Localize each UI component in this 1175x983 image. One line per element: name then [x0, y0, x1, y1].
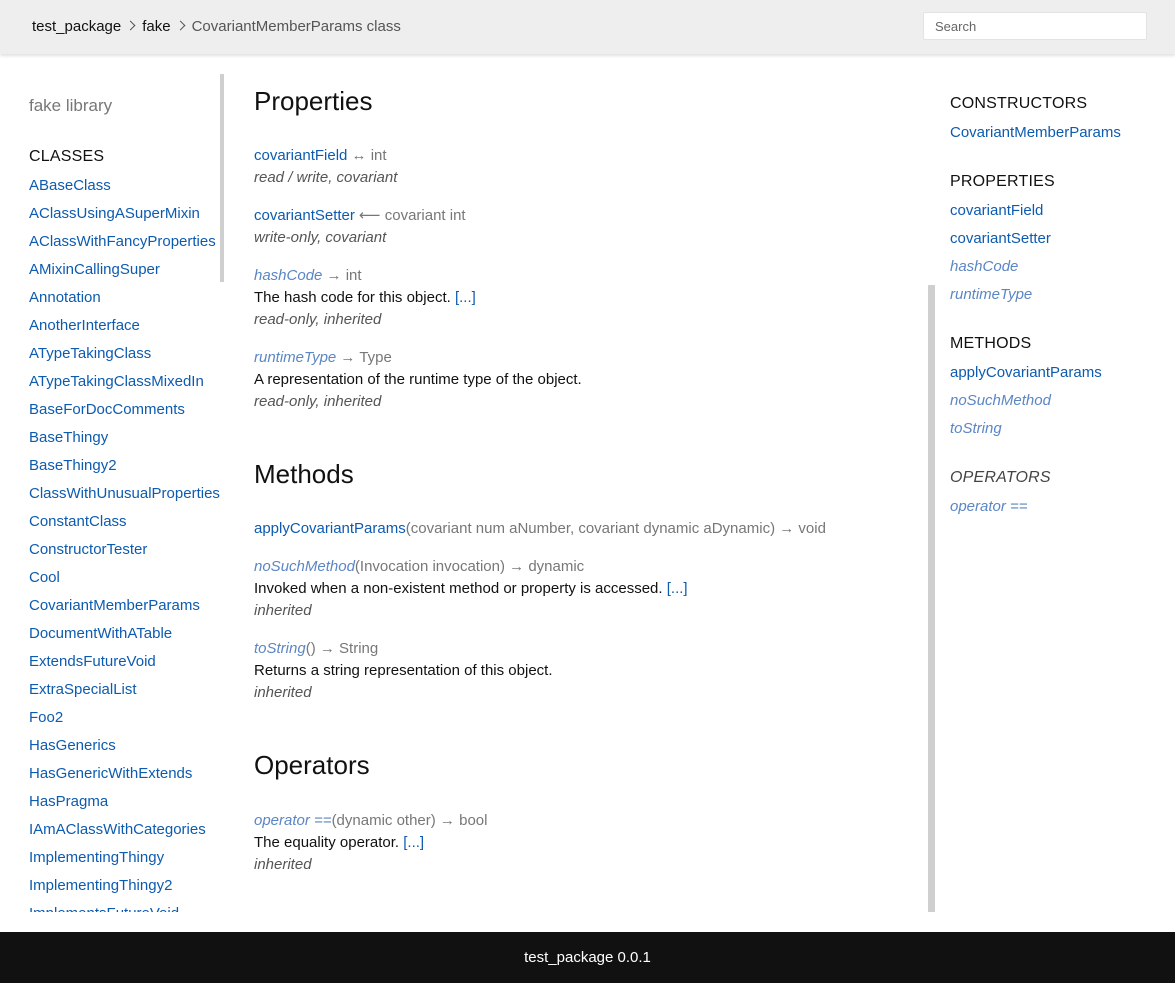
class-link-atypetakingclassmixedin[interactable]: ATypeTakingClassMixedIn — [29, 372, 220, 400]
library-title: fake library — [29, 96, 113, 115]
class-link-foo2[interactable]: Foo2 — [29, 708, 220, 736]
property-features: read / write, covariant — [254, 169, 398, 186]
toc-properties-title: PROPERTIES — [950, 173, 1055, 190]
property-description: The hash code for this object. — [254, 289, 455, 306]
class-link-constantclass[interactable]: ConstantClass — [29, 512, 220, 540]
class-link-extendsfuturevoid[interactable]: ExtendsFutureVoid — [29, 652, 220, 680]
method-signature: () → String — [305, 640, 379, 657]
class-link-aclasswithfancyproperties[interactable]: AClassWithFancyProperties — [29, 232, 220, 260]
property-link-runtimetype[interactable]: runtimeType — [254, 349, 336, 366]
breadcrumb-package-link[interactable]: test_package — [32, 18, 121, 35]
toc-method-nosuchmethod[interactable]: noSuchMethod — [950, 391, 1051, 411]
method-entry-tostring: toString() → String Returns a string rep… — [254, 639, 553, 703]
operator-description: The equality operator. — [254, 834, 404, 851]
chevron-right-icon — [125, 20, 136, 30]
method-description: Returns a string representation of this … — [254, 662, 553, 679]
classes-section-title: CLASSES — [29, 148, 105, 165]
property-entry-hashcode: hashCode → int The hash code for this ob… — [254, 266, 476, 330]
property-signature: ⟵ covariant int — [354, 207, 466, 224]
method-link-applycovariantparams[interactable]: applyCovariantParams — [254, 520, 406, 537]
breadcrumb-current-page: CovariantMemberParams class — [191, 17, 401, 35]
methods-section-title: Methods — [254, 459, 354, 489]
property-features: write-only, covariant — [254, 229, 387, 246]
class-link-constructortester[interactable]: ConstructorTester — [29, 540, 220, 568]
class-link-cool[interactable]: Cool — [29, 568, 220, 596]
property-features: read-only, inherited — [254, 311, 382, 328]
property-signature: ↔ int — [347, 147, 387, 164]
class-link-atypetakingclass[interactable]: ATypeTakingClass — [29, 344, 220, 372]
method-link-nosuchmethod[interactable]: noSuchMethod — [254, 558, 355, 575]
breadcrumb: test_package fake CovariantMemberParams cl… — [32, 17, 401, 35]
class-link-documentwithatable[interactable]: DocumentWithATable — [29, 624, 220, 652]
property-link-covariantsetter[interactable]: covariantSetter — [254, 207, 355, 224]
toc-property-runtimetype[interactable]: runtimeType — [950, 285, 1032, 305]
method-description: Invoked when a non-existent method or pr… — [254, 580, 667, 597]
method-entry-nosuchmethod: noSuchMethod(Invocation invocation) → dy… — [254, 557, 688, 621]
method-link-tostring[interactable]: toString — [254, 640, 306, 657]
class-link-basethingy2[interactable]: BaseThingy2 — [29, 456, 220, 484]
class-link-aclassusingasupermixin[interactable]: AClassUsingASuperMixin — [29, 204, 220, 232]
toc-method-tostring[interactable]: toString — [950, 419, 1002, 439]
class-list: ABaseClass AClassUsingASuperMixin AClass… — [29, 176, 220, 912]
property-features: read-only, inherited — [254, 393, 382, 410]
operator-features: inherited — [254, 856, 312, 873]
toc-methods-title: METHODS — [950, 335, 1032, 352]
read-more-link[interactable]: [...] — [667, 580, 688, 597]
class-link-basethingy[interactable]: BaseThingy — [29, 428, 220, 456]
read-more-link[interactable]: [...] — [403, 834, 424, 851]
left-sidebar[interactable]: fake library CLASSES ABaseClass AClassUs… — [0, 74, 225, 912]
properties-section-title: Properties — [254, 86, 373, 116]
operators-section-title: Operators — [254, 750, 370, 780]
property-description: A representation of the runtime type of … — [254, 371, 582, 388]
property-link-covariantfield[interactable]: covariantField — [254, 147, 347, 164]
chevron-right-icon — [175, 20, 186, 30]
class-link-covariantmemberparams[interactable]: CovariantMemberParams — [29, 596, 220, 624]
top-header: test_package fake CovariantMemberParams cl… — [0, 0, 1175, 54]
method-signature: (Invocation invocation) → dynamic — [354, 558, 585, 575]
operator-signature: (dynamic other) → bool — [331, 812, 488, 829]
toc-property-hashcode[interactable]: hashCode — [950, 257, 1018, 277]
method-signature: (covariant num aNumber, covariant dynami… — [405, 520, 826, 537]
footer-version-text: test_package 0.0.1 — [524, 949, 651, 966]
search-input[interactable] — [923, 12, 1147, 40]
method-entry-applycovariantparams: applyCovariantParams(covariant num aNumb… — [254, 519, 826, 539]
class-link-classwithunusualproperties[interactable]: ClassWithUnusualProperties — [29, 484, 220, 512]
class-link-basefordoccomments[interactable]: BaseForDocComments — [29, 400, 220, 428]
read-more-link[interactable]: [...] — [455, 289, 476, 306]
right-sidebar-scrollbar[interactable] — [928, 285, 935, 912]
class-link-hasgenericwithextends[interactable]: HasGenericWithExtends — [29, 764, 220, 792]
property-entry-covariantfield: covariantField ↔ int read / write, covar… — [254, 146, 397, 188]
property-signature: → Type — [336, 349, 392, 366]
class-link-implementsfuturevoid[interactable]: ImplementsFutureVoid — [29, 904, 220, 912]
property-link-hashcode[interactable]: hashCode — [254, 267, 322, 284]
property-entry-runtimetype: runtimeType → Type A representation of t… — [254, 348, 582, 412]
class-link-implementingthingy[interactable]: ImplementingThingy — [29, 848, 220, 876]
class-link-extraspeciallist[interactable]: ExtraSpecialList — [29, 680, 220, 708]
toc-operator-equals[interactable]: operator == — [950, 497, 1028, 517]
property-entry-covariantsetter: covariantSetter ⟵ covariant int write-on… — [254, 206, 466, 248]
toc-property-covariantsetter[interactable]: covariantSetter — [950, 229, 1051, 249]
toc-operators-title: OPERATORS — [950, 469, 1051, 486]
toc-property-covariantfield[interactable]: covariantField — [950, 201, 1043, 221]
footer: test_package 0.0.1 — [0, 932, 1175, 983]
class-link-haspragma[interactable]: HasPragma — [29, 792, 220, 820]
class-link-amixincallingsuper[interactable]: AMixinCallingSuper — [29, 260, 220, 288]
property-signature: → int — [322, 267, 362, 284]
breadcrumb-library-link[interactable]: fake — [142, 18, 170, 35]
class-link-implementingthingy2[interactable]: ImplementingThingy2 — [29, 876, 220, 904]
method-features: inherited — [254, 684, 312, 701]
left-sidebar-scrollbar[interactable] — [220, 74, 224, 282]
class-link-abaseclass[interactable]: ABaseClass — [29, 176, 220, 204]
class-link-iamaclasswithcategories[interactable]: IAmAClassWithCategories — [29, 820, 220, 848]
class-link-hasgenerics[interactable]: HasGenerics — [29, 736, 220, 764]
constructors-section-title: CONSTRUCTORS — [950, 95, 1088, 112]
toc-method-applycovariantparams[interactable]: applyCovariantParams — [950, 363, 1102, 383]
operator-entry-equals: operator ==(dynamic other) → bool The eq… — [254, 811, 487, 875]
operator-link-equals[interactable]: operator == — [254, 812, 332, 829]
class-link-anotherinterface[interactable]: AnotherInterface — [29, 316, 220, 344]
method-features: inherited — [254, 602, 312, 619]
class-link-annotation[interactable]: Annotation — [29, 288, 220, 316]
toc-constructor-link[interactable]: CovariantMemberParams — [950, 123, 1121, 143]
